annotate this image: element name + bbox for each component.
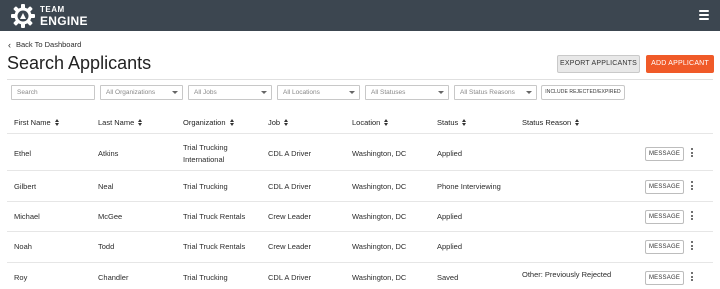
back-label: Back To Dashboard (16, 40, 82, 49)
top-bar: TEAM ENGINE (0, 0, 720, 31)
column-header-last-name[interactable]: Last Name (98, 118, 143, 127)
column-label: Status (437, 118, 459, 127)
organization-cell: Trial Trucking International (183, 143, 228, 165)
gear-logo-icon[interactable] (10, 3, 36, 29)
brand-name: TEAM ENGINE (40, 5, 88, 28)
column-label: Location (352, 118, 381, 127)
last-name-cell: Todd (98, 242, 115, 251)
last-name-cell: Neal (98, 182, 114, 191)
statuses-select-value: All Statuses (371, 89, 406, 96)
sort-icon (138, 118, 143, 127)
statuses-select[interactable]: All Statuses (365, 85, 449, 100)
sort-icon (384, 118, 389, 127)
column-label: Job (268, 118, 281, 127)
status-cell: Applied (437, 212, 463, 221)
caret-down-icon (261, 91, 267, 94)
column-header-location[interactable]: Location (352, 118, 389, 127)
jobs-select[interactable]: All Jobs (188, 85, 272, 100)
organization-cell: Trial Truck Rentals (183, 212, 246, 221)
add-applicant-button[interactable]: ADD APPLICANT (646, 55, 714, 73)
status-cell: Phone Interviewing (437, 182, 501, 191)
column-label: Status Reason (522, 118, 572, 127)
organization-line-1: Trial Trucking (183, 143, 228, 152)
locations-select[interactable]: All Locations (277, 85, 360, 100)
status-cell: Applied (437, 149, 463, 158)
first-name-cell: Ethel (14, 149, 32, 158)
message-button[interactable]: MESSAGE (645, 210, 684, 224)
sort-icon (575, 118, 580, 127)
more-options-icon[interactable] (690, 181, 694, 193)
job-cell: CDL A Driver (268, 273, 312, 282)
organizations-select-value: All Organizations (106, 89, 156, 96)
last-name-cell: Chandler (98, 273, 129, 282)
column-header-job[interactable]: Job (268, 118, 289, 127)
first-name-cell: Roy (14, 273, 28, 282)
caret-down-icon (349, 91, 355, 94)
column-header-status[interactable]: Status (437, 118, 467, 127)
more-options-icon[interactable] (690, 211, 694, 223)
location-cell: Washington, DC (352, 212, 407, 221)
organizations-select[interactable]: All Organizations (100, 85, 183, 100)
back-to-dashboard-link[interactable]: ‹ Back To Dashboard (8, 40, 81, 49)
caret-down-icon (438, 91, 444, 94)
column-label: Last Name (98, 118, 135, 127)
location-cell: Washington, DC (352, 149, 407, 158)
first-name-cell: Noah (14, 242, 32, 251)
page-title: Search Applicants (7, 53, 152, 73)
locations-select-value: All Locations (283, 89, 320, 96)
caret-down-icon (526, 91, 532, 94)
status-cell: Applied (437, 242, 463, 251)
chevron-left-icon: ‹ (8, 39, 11, 50)
status-reasons-select-value: All Status Reasons (460, 89, 515, 96)
job-cell: Crew Leader (268, 242, 311, 251)
export-applicants-button[interactable]: EXPORT APPLICANTS (557, 55, 640, 73)
sort-icon (462, 118, 467, 127)
status-cell: Saved (437, 273, 459, 282)
first-name-cell: Michael (14, 212, 40, 221)
message-button[interactable]: MESSAGE (645, 271, 684, 285)
brand-line-2: ENGINE (40, 14, 88, 28)
last-name-cell: Atkins (98, 149, 119, 158)
caret-down-icon (172, 91, 178, 94)
more-options-icon[interactable] (690, 148, 694, 160)
row-divider (7, 170, 713, 171)
job-cell: CDL A Driver (268, 149, 312, 158)
more-options-icon[interactable] (690, 241, 694, 253)
sort-icon (284, 118, 289, 127)
status-reason-cell: Other: Previously Rejected (522, 270, 612, 279)
column-label: Organization (183, 118, 226, 127)
sort-icon (54, 118, 60, 127)
row-divider (7, 231, 713, 232)
column-header-status-reason[interactable]: Status Reason (522, 118, 580, 127)
message-button[interactable]: MESSAGE (645, 147, 684, 161)
location-cell: Washington, DC (352, 273, 407, 282)
sort-icon (229, 118, 235, 127)
location-cell: Washington, DC (352, 242, 407, 251)
organization-line-2: International (183, 155, 225, 164)
column-header-first-name[interactable]: First Name (14, 118, 60, 127)
more-options-icon[interactable] (690, 272, 694, 284)
message-button[interactable]: MESSAGE (645, 240, 684, 254)
row-divider (7, 262, 713, 263)
search-input[interactable]: Search (11, 85, 95, 100)
message-button[interactable]: MESSAGE (645, 180, 684, 194)
menu-icon[interactable] (699, 10, 709, 20)
organization-cell: Trial Trucking (183, 273, 228, 282)
job-cell: Crew Leader (268, 212, 311, 221)
location-cell: Washington, DC (352, 182, 407, 191)
divider (7, 79, 713, 80)
row-divider (7, 201, 713, 202)
row-divider (7, 133, 713, 134)
include-rejected-expired-button[interactable]: INCLUDE REJECTED/EXPIRED (541, 85, 625, 100)
status-reasons-select[interactable]: All Status Reasons (454, 85, 537, 100)
last-name-cell: McGee (98, 212, 123, 221)
organization-cell: Trial Trucking (183, 182, 228, 191)
first-name-cell: Gilbert (14, 182, 37, 191)
column-header-organization[interactable]: Organization (183, 118, 235, 127)
job-cell: CDL A Driver (268, 182, 312, 191)
jobs-select-value: All Jobs (194, 89, 217, 96)
organization-cell: Trial Truck Rentals (183, 242, 246, 251)
column-label: First Name (14, 118, 51, 127)
